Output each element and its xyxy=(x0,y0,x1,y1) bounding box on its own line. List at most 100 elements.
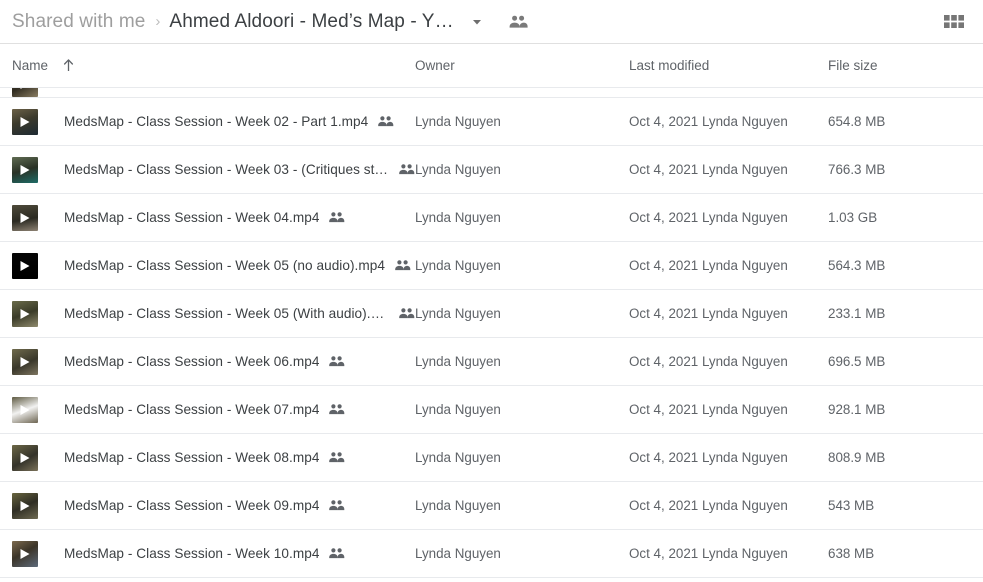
video-thumbnail[interactable] xyxy=(12,300,38,327)
table-row-clipped[interactable] xyxy=(0,88,983,98)
file-owner-cell: Lynda Nguyen xyxy=(415,114,501,129)
column-header-name-label: Name xyxy=(12,58,49,73)
play-triangle-icon xyxy=(20,452,30,463)
file-last-modified-cell: Oct 4, 2021 Lynda Nguyen xyxy=(629,306,788,321)
column-header-last-modified[interactable]: Last modified xyxy=(629,58,828,73)
play-triangle-icon xyxy=(20,116,30,127)
file-name-cell: MedsMap - Class Session - Week 05 (no au… xyxy=(12,252,415,279)
breadcrumb-bar: Shared with me › Ahmed Aldoori - Med’s M… xyxy=(0,0,983,44)
breadcrumb-separator-icon: › xyxy=(155,13,161,30)
play-triangle-icon xyxy=(20,356,30,367)
file-owner-cell: Lynda Nguyen xyxy=(415,402,501,417)
table-row[interactable]: MedsMap - Class Session - Week 02 - Part… xyxy=(0,98,983,146)
table-row[interactable]: MedsMap - Class Session - Week 08.mp4 Ly… xyxy=(0,434,983,482)
play-triangle-icon xyxy=(20,500,30,511)
file-name-cell: MedsMap - Class Session - Week 09.mp4 xyxy=(12,492,415,519)
play-triangle-icon xyxy=(20,548,30,559)
shared-people-icon xyxy=(394,259,411,272)
file-name-label[interactable]: MedsMap - Class Session - Week 03 - (Cri… xyxy=(64,162,389,177)
file-list[interactable]: MedsMap - Class Session - Week 02 - Part… xyxy=(0,88,983,582)
file-name-cell xyxy=(12,88,415,97)
column-header-file-size[interactable]: File size xyxy=(828,58,983,73)
shared-people-icon xyxy=(328,499,345,512)
table-row[interactable]: MedsMap - Class Session - Week 10.mp4 Ly… xyxy=(0,530,983,578)
file-name-label[interactable]: MedsMap - Class Session - Week 05 (no au… xyxy=(64,258,385,273)
play-triangle-icon xyxy=(20,88,30,89)
shared-people-icon xyxy=(328,211,345,224)
file-name-label[interactable]: MedsMap - Class Session - Week 02 - Part… xyxy=(64,114,368,129)
shared-people-icon xyxy=(398,163,415,176)
table-row[interactable]: MedsMap - Class Session - Week 09.mp4 Ly… xyxy=(0,482,983,530)
file-owner-cell: Lynda Nguyen xyxy=(415,354,501,369)
file-last-modified-cell: Oct 4, 2021 Lynda Nguyen xyxy=(629,114,788,129)
file-owner-cell: Lynda Nguyen xyxy=(415,306,501,321)
video-thumbnail[interactable] xyxy=(12,252,38,279)
table-row[interactable]: MedsMap - Class Session - Week 04.mp4 Ly… xyxy=(0,194,983,242)
shared-people-icon xyxy=(328,547,345,560)
file-size-cell: 766.3 MB xyxy=(828,162,886,177)
column-header-name[interactable]: Name xyxy=(12,58,415,73)
file-name-cell: MedsMap - Class Session - Week 08.mp4 xyxy=(12,444,415,471)
table-row[interactable]: MedsMap - Class Session - Week 05 (no au… xyxy=(0,242,983,290)
file-name-label[interactable]: MedsMap - Class Session - Week 05 (With … xyxy=(64,306,389,321)
file-owner-cell: Lynda Nguyen xyxy=(415,498,501,513)
play-triangle-icon xyxy=(20,404,30,415)
chevron-down-icon[interactable] xyxy=(466,11,488,33)
grid-view-icon[interactable] xyxy=(939,7,969,37)
file-last-modified-cell: Oct 4, 2021 Lynda Nguyen xyxy=(629,354,788,369)
file-rows: MedsMap - Class Session - Week 02 - Part… xyxy=(0,98,983,578)
file-owner-cell: Lynda Nguyen xyxy=(415,258,501,273)
file-name-label[interactable]: MedsMap - Class Session - Week 08.mp4 xyxy=(64,450,319,465)
breadcrumb-current-folder[interactable]: Ahmed Aldoori - Med’s Map - Y… xyxy=(169,11,453,33)
file-last-modified-cell: Oct 4, 2021 Lynda Nguyen xyxy=(629,546,788,561)
file-size-cell: 638 MB xyxy=(828,546,875,561)
breadcrumb-parent-shared-with-me[interactable]: Shared with me xyxy=(12,11,145,33)
file-name-label[interactable]: MedsMap - Class Session - Week 09.mp4 xyxy=(64,498,319,513)
shared-people-icon xyxy=(328,403,345,416)
file-size-cell: 233.1 MB xyxy=(828,306,886,321)
file-name-cell: MedsMap - Class Session - Week 02 - Part… xyxy=(12,108,415,135)
table-row[interactable]: MedsMap - Class Session - Week 03 - (Cri… xyxy=(0,146,983,194)
play-triangle-icon xyxy=(20,212,30,223)
video-thumbnail xyxy=(12,88,38,97)
video-thumbnail[interactable] xyxy=(12,396,38,423)
file-last-modified-cell: Oct 4, 2021 Lynda Nguyen xyxy=(629,162,788,177)
table-row[interactable]: MedsMap - Class Session - Week 07.mp4 Ly… xyxy=(0,386,983,434)
file-owner-cell: Lynda Nguyen xyxy=(415,546,501,561)
file-name-label[interactable]: MedsMap - Class Session - Week 04.mp4 xyxy=(64,210,319,225)
file-name-cell: MedsMap - Class Session - Week 07.mp4 xyxy=(12,396,415,423)
file-owner-cell: Lynda Nguyen xyxy=(415,162,501,177)
file-size-cell: 696.5 MB xyxy=(828,354,886,369)
video-thumbnail[interactable] xyxy=(12,108,38,135)
shared-people-icon xyxy=(377,115,394,128)
video-thumbnail[interactable] xyxy=(12,204,38,231)
table-row[interactable]: MedsMap - Class Session - Week 05 (With … xyxy=(0,290,983,338)
file-name-cell: MedsMap - Class Session - Week 10.mp4 xyxy=(12,540,415,567)
shared-people-icon xyxy=(328,451,345,464)
file-name-label[interactable]: MedsMap - Class Session - Week 10.mp4 xyxy=(64,546,319,561)
file-size-cell: 928.1 MB xyxy=(828,402,886,417)
file-name-cell: MedsMap - Class Session - Week 05 (With … xyxy=(12,300,415,327)
file-owner-cell: Lynda Nguyen xyxy=(415,450,501,465)
column-header-owner[interactable]: Owner xyxy=(415,58,629,73)
play-triangle-icon xyxy=(20,260,30,271)
file-name-label[interactable]: MedsMap - Class Session - Week 06.mp4 xyxy=(64,354,319,369)
file-last-modified-cell: Oct 4, 2021 Lynda Nguyen xyxy=(629,402,788,417)
video-thumbnail[interactable] xyxy=(12,348,38,375)
column-headers: Name Owner Last modified File size xyxy=(0,44,983,88)
shared-people-icon xyxy=(328,355,345,368)
file-name-cell: MedsMap - Class Session - Week 06.mp4 xyxy=(12,348,415,375)
video-thumbnail[interactable] xyxy=(12,540,38,567)
file-last-modified-cell: Oct 4, 2021 Lynda Nguyen xyxy=(629,450,788,465)
table-row[interactable]: MedsMap - Class Session - Week 06.mp4 Ly… xyxy=(0,338,983,386)
file-name-label[interactable]: MedsMap - Class Session - Week 07.mp4 xyxy=(64,402,319,417)
play-triangle-icon xyxy=(20,164,30,175)
video-thumbnail[interactable] xyxy=(12,156,38,183)
file-name-cell: MedsMap - Class Session - Week 03 - (Cri… xyxy=(12,156,415,183)
video-thumbnail[interactable] xyxy=(12,444,38,471)
file-last-modified-cell: Oct 4, 2021 Lynda Nguyen xyxy=(629,498,788,513)
file-size-cell: 564.3 MB xyxy=(828,258,886,273)
video-thumbnail[interactable] xyxy=(12,492,38,519)
sort-ascending-icon[interactable] xyxy=(62,58,75,73)
people-shared-icon[interactable] xyxy=(506,10,530,34)
